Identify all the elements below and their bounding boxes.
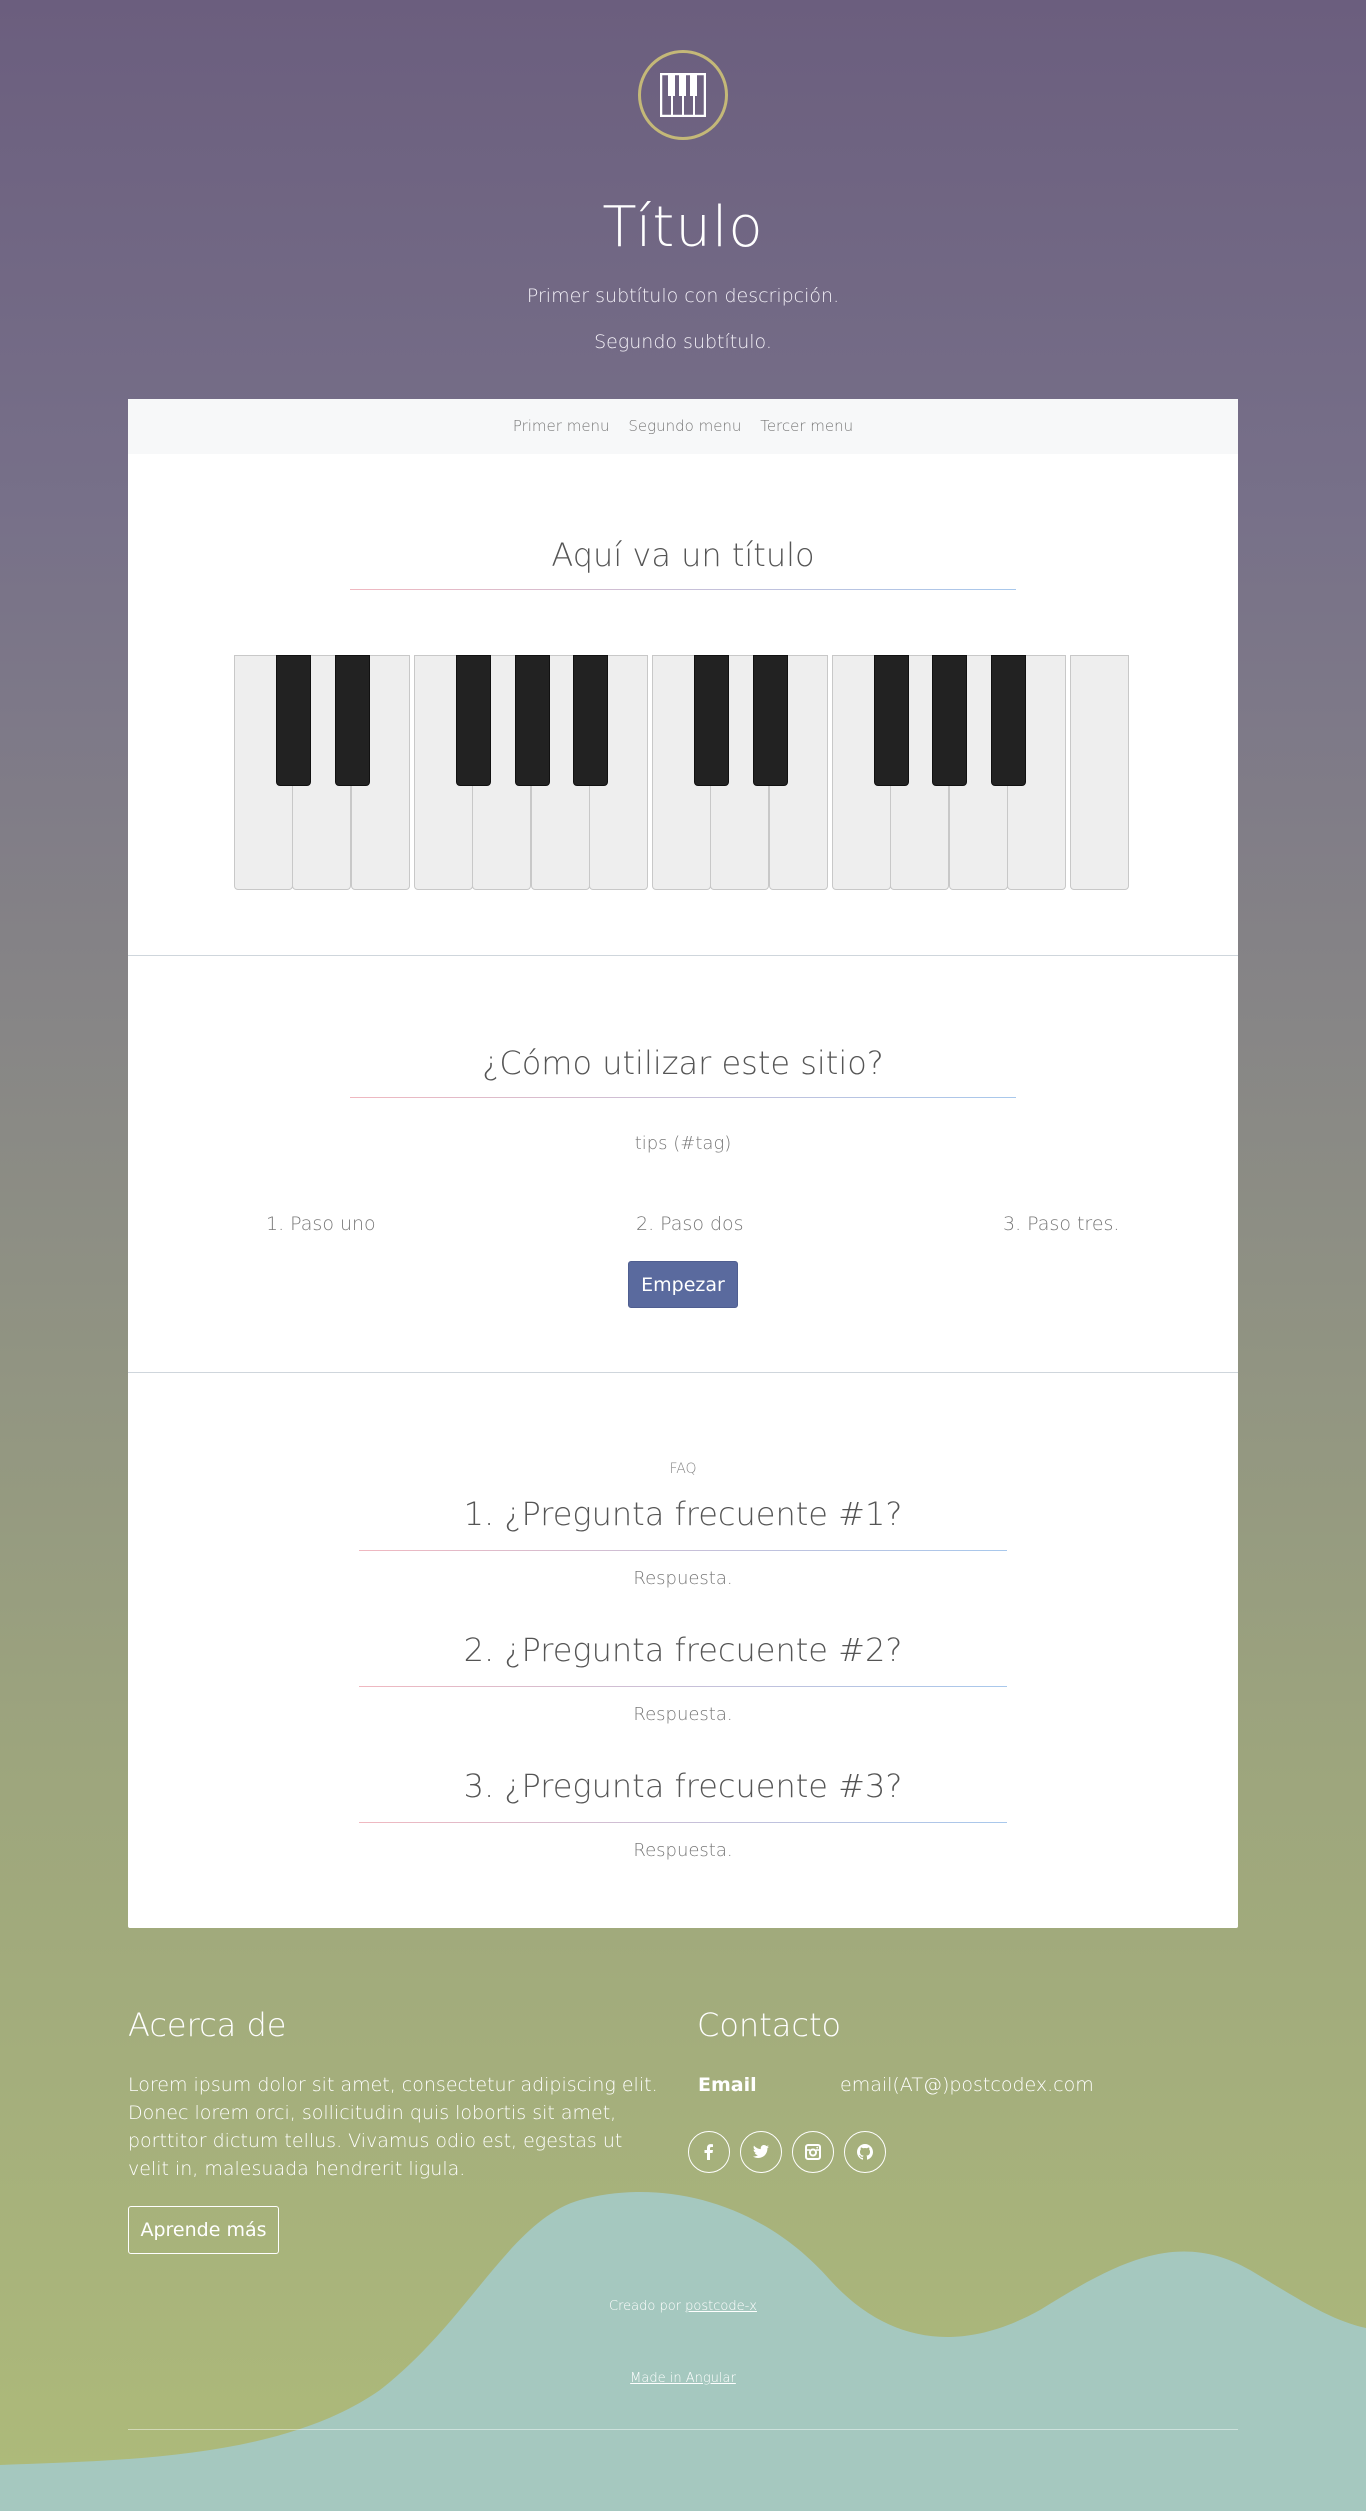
piano-black-key[interactable] <box>874 655 909 786</box>
step-1: 1. Paso uno <box>266 1213 376 1235</box>
nav-item-tercer-menu[interactable]: Tercer menu <box>760 417 853 435</box>
tips-text: tips (#tag) <box>634 1133 732 1154</box>
twitter-icon[interactable] <box>740 2131 782 2173</box>
faq-question-1: 1. ¿Pregunta frecuente #1? <box>463 1495 903 1533</box>
main-card: Primer menu Segundo menu Tercer menu Aqu… <box>128 399 1238 1928</box>
contact-title: Contacto <box>697 2006 842 2044</box>
piano-black-key[interactable] <box>335 655 370 786</box>
email-value: email(AT@)postcodex.com <box>840 2074 1094 2096</box>
faq-underline <box>359 1822 1007 1823</box>
learn-more-button[interactable]: Aprende más <box>128 2206 279 2254</box>
about-text: Lorem ipsum dolor sit amet, consectetur … <box>128 2074 658 2180</box>
faq-underline <box>359 1686 1007 1687</box>
made-in-angular-link[interactable]: Made in Angular <box>630 2371 736 2386</box>
step-2: 2. Paso dos <box>636 1213 744 1235</box>
piano-white-key[interactable] <box>1070 655 1129 890</box>
piano-logo-icon <box>638 50 728 140</box>
made-in-line: Made in Angular <box>0 2371 1366 2386</box>
piano-black-key[interactable] <box>753 655 788 786</box>
section-divider <box>128 955 1238 956</box>
piano-black-key[interactable] <box>573 655 608 786</box>
instagram-icon[interactable] <box>792 2131 834 2173</box>
footer-divider <box>128 2429 1238 2430</box>
hero-subtitle-2: Segundo subtítulo. <box>594 331 772 353</box>
hero-header: Título Primer subtítulo con descripción.… <box>0 0 1366 399</box>
credit-prefix: Creado por <box>609 2299 682 2314</box>
piano-black-key[interactable] <box>694 655 729 786</box>
title-underline <box>350 589 1016 590</box>
email-label: Email <box>698 2074 757 2096</box>
faq-label: FAQ <box>669 1461 697 1477</box>
title-underline <box>350 1097 1016 1098</box>
piano-section-title: Aquí va un título <box>551 536 815 574</box>
piano-black-key[interactable] <box>515 655 550 786</box>
faq-question-2: 2. ¿Pregunta frecuente #2? <box>463 1631 903 1669</box>
start-button[interactable]: Empezar <box>628 1261 738 1308</box>
faq-answer-2: Respuesta. <box>633 1704 733 1725</box>
piano-black-key[interactable] <box>456 655 491 786</box>
credit-line: Creado por postcode-x <box>0 2299 1366 2314</box>
faq-underline <box>359 1550 1007 1551</box>
faq-answer-3: Respuesta. <box>633 1840 733 1861</box>
section-divider <box>128 1372 1238 1373</box>
step-3: 3. Paso tres. <box>1003 1213 1120 1235</box>
about-title: Acerca de <box>128 2006 287 2044</box>
page-title: Título <box>602 195 764 260</box>
facebook-icon[interactable] <box>688 2131 730 2173</box>
faq-answer-1: Respuesta. <box>633 1568 733 1589</box>
piano-black-key[interactable] <box>991 655 1026 786</box>
credit-link[interactable]: postcode-x <box>685 2299 757 2314</box>
piano-keyboard <box>234 655 1132 890</box>
nav-item-primer-menu[interactable]: Primer menu <box>513 417 610 435</box>
piano-black-key[interactable] <box>276 655 311 786</box>
github-icon[interactable] <box>844 2131 886 2173</box>
nav-item-segundo-menu[interactable]: Segundo menu <box>628 417 741 435</box>
hero-subtitle-1: Primer subtítulo con descripción. <box>526 285 840 307</box>
faq-question-3: 3. ¿Pregunta frecuente #3? <box>463 1767 903 1805</box>
piano-black-key[interactable] <box>932 655 967 786</box>
howto-section-title: ¿Cómo utilizar este sitio? <box>482 1044 884 1082</box>
navbar: Primer menu Segundo menu Tercer menu <box>128 399 1238 454</box>
